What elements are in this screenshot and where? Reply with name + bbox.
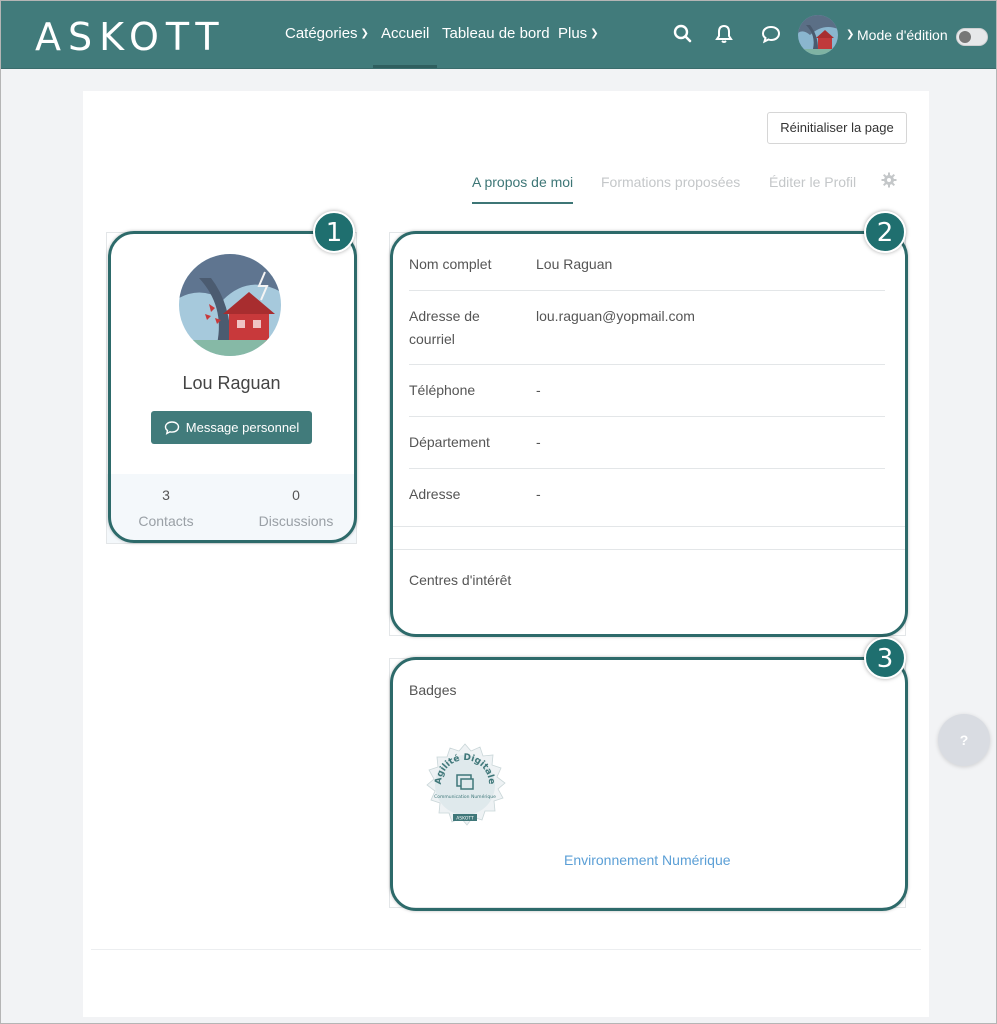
gear-icon[interactable] [881, 172, 897, 188]
callout-outline-3 [390, 657, 908, 911]
tab-edit-profile[interactable]: Éditer le Profil [769, 174, 856, 190]
nav-accueil[interactable]: Accueil [372, 25, 438, 68]
edit-mode-label: Mode d'édition [857, 27, 948, 43]
chat-icon[interactable] [760, 23, 782, 45]
search-icon[interactable] [672, 23, 694, 45]
chevron-down-icon: ❯ [590, 28, 599, 39]
callout-number-2: 2 [864, 211, 906, 253]
tab-courses-offered[interactable]: Formations proposées [601, 174, 740, 190]
callout-number-3: 3 [864, 637, 906, 679]
edit-mode-toggle[interactable] [956, 28, 988, 46]
help-button[interactable]: ? [938, 714, 990, 766]
bell-icon[interactable] [713, 23, 735, 45]
nav-plus[interactable]: Plus ❯ [558, 25, 599, 42]
callout-outline-2 [390, 231, 908, 637]
chevron-down-icon: ❯ [360, 28, 369, 39]
nav-categories[interactable]: Catégories ❯ [285, 25, 369, 42]
top-navbar: ASKOTT Catégories ❯ Accueil Tableau de bo… [1, 1, 996, 69]
site-logo[interactable]: ASKOTT [35, 15, 226, 59]
reset-page-button[interactable]: Réinitialiser la page [767, 112, 907, 144]
callout-outline-1 [108, 231, 357, 543]
callout-number-1: 1 [313, 211, 355, 253]
user-avatar[interactable] [798, 15, 838, 55]
tab-about-me[interactable]: A propos de moi [472, 174, 574, 204]
nav-tableau-de-bord[interactable]: Tableau de bord [442, 25, 550, 42]
avatar-chevron-down-icon[interactable]: ❯ [846, 29, 854, 40]
